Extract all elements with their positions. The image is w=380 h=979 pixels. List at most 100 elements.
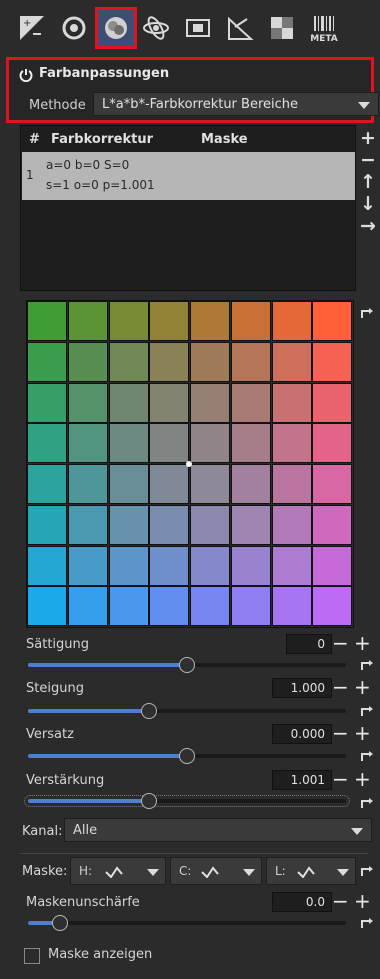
plus-icon[interactable]: + [354, 769, 371, 789]
grid-cell[interactable] [67, 301, 108, 341]
grid-cell[interactable] [67, 341, 108, 382]
reset-icon[interactable] [360, 749, 374, 763]
plus-icon[interactable]: + [354, 723, 371, 743]
grid-cell[interactable] [108, 301, 149, 341]
grid-cell[interactable] [190, 382, 230, 423]
slope-value[interactable]: 1.000 [272, 678, 332, 698]
grid-cell[interactable] [271, 504, 312, 545]
tab-advanced[interactable] [136, 8, 176, 48]
tab-metadata[interactable]: META [304, 8, 344, 48]
grid-cell[interactable] [230, 423, 271, 464]
grid-cell[interactable] [67, 382, 108, 423]
grid-cell[interactable] [312, 382, 353, 423]
grid-cell[interactable] [27, 545, 67, 586]
grid-cell[interactable] [230, 301, 271, 341]
grid-control-point[interactable] [186, 461, 192, 467]
grid-cell[interactable] [271, 423, 312, 464]
grid-cell[interactable] [271, 301, 312, 341]
grid-cell[interactable] [149, 341, 190, 382]
grid-cell[interactable] [149, 464, 190, 504]
grid-cell[interactable] [27, 464, 67, 504]
plus-icon[interactable]: + [354, 633, 371, 653]
reset-icon[interactable] [360, 864, 374, 878]
reset-icon[interactable] [360, 796, 374, 810]
grid-cell[interactable] [149, 504, 190, 545]
mask-h-button[interactable]: H: [70, 857, 166, 885]
grid-cell[interactable] [190, 504, 230, 545]
grid-cell[interactable] [27, 382, 67, 423]
power-value[interactable]: 1.001 [272, 770, 332, 790]
mask-blur-slider[interactable] [28, 915, 346, 931]
grid-cell[interactable] [230, 382, 271, 423]
grid-cell[interactable] [312, 464, 353, 504]
grid-cell[interactable] [67, 586, 108, 627]
grid-cell[interactable] [190, 341, 230, 382]
tab-color[interactable] [95, 7, 137, 49]
list-item[interactable]: 1 a=0 b=0 S=0 s=1 o=0 p=1.001 [22, 152, 355, 200]
mask-c-button[interactable]: C: [170, 857, 262, 885]
tab-local[interactable] [262, 8, 302, 48]
correction-list[interactable]: # Farbkorrektur Maske 1 a=0 b=0 S=0 s=1 … [20, 125, 356, 291]
power-icon[interactable] [19, 68, 33, 82]
grid-cell[interactable] [271, 586, 312, 627]
mask-blur-knob[interactable] [52, 915, 68, 931]
grid-cell[interactable] [108, 464, 149, 504]
power-knob[interactable] [141, 793, 157, 809]
grid-cell[interactable] [312, 301, 353, 341]
grid-cell[interactable] [27, 341, 67, 382]
mask-blur-value[interactable]: 0.0 [272, 892, 332, 912]
tab-transform[interactable] [178, 8, 218, 48]
grid-cell[interactable] [312, 504, 353, 545]
grid-cell[interactable] [67, 423, 108, 464]
grid-cell[interactable] [190, 545, 230, 586]
grid-cell[interactable] [149, 423, 190, 464]
grid-cell[interactable] [190, 423, 230, 464]
grid-cell[interactable] [230, 504, 271, 545]
grid-cell[interactable] [312, 586, 353, 627]
grid-cell[interactable] [271, 382, 312, 423]
move-up-button[interactable]: ↑ [358, 172, 378, 192]
grid-cell[interactable] [271, 545, 312, 586]
grid-cell[interactable] [108, 423, 149, 464]
grid-cell[interactable] [312, 423, 353, 464]
grid-cell[interactable] [312, 341, 353, 382]
grid-cell[interactable] [27, 423, 67, 464]
plus-icon[interactable]: + [354, 891, 371, 911]
grid-cell[interactable] [27, 301, 67, 341]
minus-icon[interactable]: − [332, 677, 349, 697]
minus-icon[interactable]: − [332, 891, 349, 911]
grid-cell[interactable] [190, 586, 230, 627]
grid-cell[interactable] [190, 301, 230, 341]
slope-knob[interactable] [141, 703, 157, 719]
grid-cell[interactable] [149, 301, 190, 341]
grid-cell[interactable] [27, 586, 67, 627]
move-down-button[interactable]: ↓ [358, 194, 378, 214]
copy-button[interactable]: → [358, 216, 378, 236]
method-select[interactable]: L*a*b*-Farbkorrektur Bereiche [93, 92, 379, 116]
grid-cell[interactable] [190, 464, 230, 504]
offset-knob[interactable] [179, 748, 195, 764]
remove-button[interactable]: − [358, 150, 378, 170]
grid-cell[interactable] [108, 545, 149, 586]
show-mask-checkbox[interactable] [24, 948, 40, 964]
add-button[interactable]: + [358, 128, 378, 148]
reset-icon[interactable] [360, 704, 374, 718]
grid-cell[interactable] [271, 464, 312, 504]
offset-value[interactable]: 0.000 [272, 724, 332, 744]
grid-cell[interactable] [149, 382, 190, 423]
grid-cell[interactable] [230, 545, 271, 586]
tab-detail[interactable] [54, 8, 94, 48]
minus-icon[interactable]: − [332, 723, 349, 743]
plus-icon[interactable]: + [354, 677, 371, 697]
minus-icon[interactable]: − [332, 633, 349, 653]
grid-cell[interactable] [108, 504, 149, 545]
reset-icon[interactable] [360, 658, 374, 672]
grid-cell[interactable] [149, 545, 190, 586]
grid-cell[interactable] [230, 464, 271, 504]
tab-exposure[interactable]: + [12, 8, 52, 48]
grid-cell[interactable] [108, 586, 149, 627]
channel-select[interactable]: Alle [64, 818, 372, 842]
reset-icon[interactable] [360, 916, 374, 930]
tab-raw[interactable] [220, 8, 260, 48]
grid-cell[interactable] [27, 504, 67, 545]
